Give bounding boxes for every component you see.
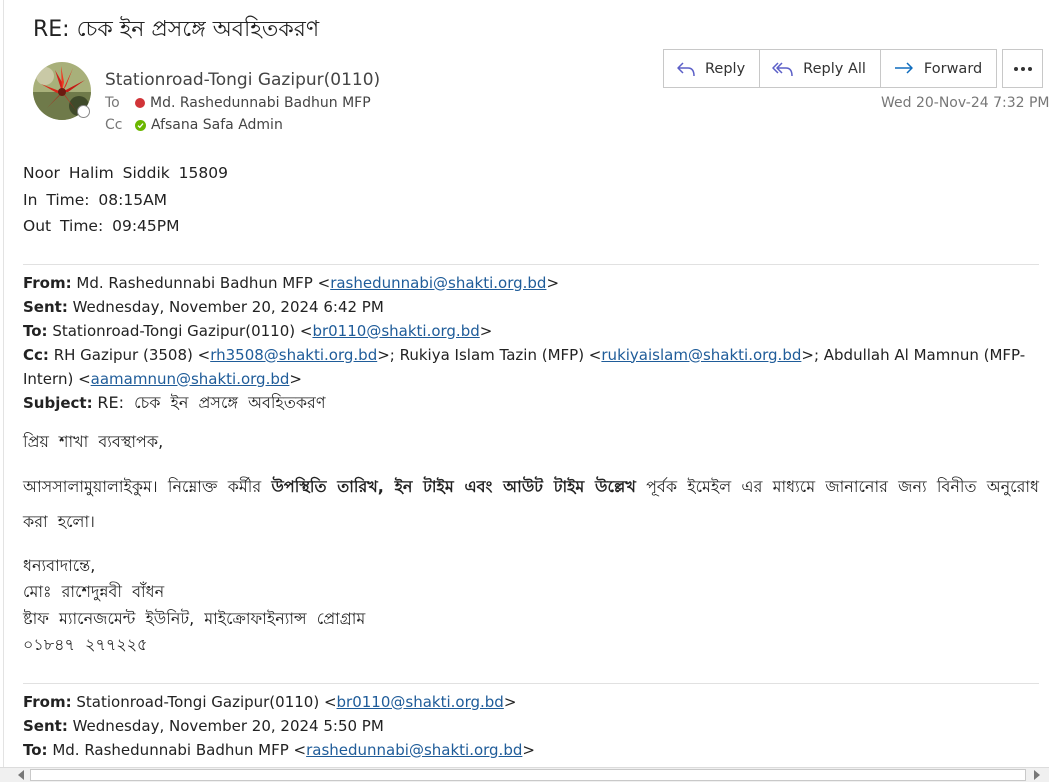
reply-all-button[interactable]: Reply All (760, 50, 881, 87)
available-presence-icon (135, 119, 146, 131)
request-paragraph: আসসালামুয়ালাইকুম। নিম্নোক্ত কর্মীর উপস্… (23, 469, 1039, 539)
more-dots-icon (1013, 66, 1032, 71)
body-line: Noor Halim Siddik 15809 (23, 164, 228, 182)
reply-label: Reply (705, 60, 746, 77)
cc-name: >; Rukiya Islam Tazin (MFP) < (377, 345, 602, 364)
body-line: Out Time: 09:45PM (23, 217, 180, 235)
sent-value: Wednesday, November 20, 2024 5:50 PM (72, 716, 384, 735)
email-reading-pane: RE: চেক ইন প্রসঙ্গে অবহিতকরণ Stationroad… (0, 0, 1049, 782)
quote-separator (23, 682, 1039, 684)
message-action-bar: Reply Reply All Forward (663, 49, 998, 88)
quoted-header-2: From: Stationroad-Tongi Gazipur(0110) <b… (23, 690, 1039, 762)
sender-name[interactable]: Stationroad-Tongi Gazipur(0110) (105, 70, 380, 90)
cc-email-link[interactable]: rh3508@shakti.org.bd (210, 346, 377, 364)
cc-name: RH Gazipur (3508) < (53, 345, 211, 364)
cc-label: Cc: (23, 345, 49, 364)
more-actions-button[interactable] (1002, 49, 1043, 88)
from-label: From: (23, 692, 72, 711)
from-name: Stationroad-Tongi Gazipur(0110) < (76, 692, 337, 711)
to-label: To (105, 95, 120, 111)
signature-line: ০১৮৪৭ ২৭৭২২৫ (23, 635, 148, 654)
cc-label: Cc (105, 117, 123, 133)
reply-all-arrow-icon (772, 61, 793, 76)
forward-button[interactable]: Forward (881, 50, 996, 87)
to-label: To: (23, 321, 48, 340)
signature-line: ধন্যবাদান্তে, (23, 555, 96, 575)
cc-email-link[interactable]: rukiyaislam@shakti.org.bd (601, 346, 801, 364)
quoted-header-1: From: Md. Rashedunnabi Badhun MFP <rashe… (23, 271, 1039, 415)
signature-line: মোঃ রাশেদুন্নবী বাঁধন (23, 582, 165, 601)
quoted-sent-row: Sent: Wednesday, November 20, 2024 5:50 … (23, 714, 1039, 738)
forward-label: Forward (923, 60, 983, 77)
quoted-from-row: From: Stationroad-Tongi Gazipur(0110) <b… (23, 692, 517, 711)
to-email-link[interactable]: br0110@shakti.org.bd (312, 322, 479, 340)
sent-label: Sent: (23, 297, 68, 316)
cc-recipient-row: Cc Afsana Safa Admin (105, 117, 283, 133)
to-name: Stationroad-Tongi Gazipur(0110) < (52, 321, 313, 340)
presence-status-icon (77, 105, 90, 118)
reply-all-label: Reply All (803, 60, 866, 77)
from-email-link[interactable]: rashedunnabi@shakti.org.bd (330, 274, 546, 292)
to-name: Md. Rashedunnabi Badhun MFP < (52, 740, 307, 759)
message-body: Noor Halim Siddik 15809 In Time: 08:15AM… (23, 160, 1039, 762)
scroll-right-icon[interactable] (1034, 770, 1040, 780)
email-subject: RE: চেক ইন প্রসঙ্গে অবহিতকরণ (33, 17, 320, 42)
from-name: Md. Rashedunnabi Badhun MFP < (76, 273, 331, 292)
scroll-left-icon[interactable] (18, 770, 24, 780)
to-recipient-name[interactable]: Md. Rashedunnabi Badhun MFP (150, 95, 371, 111)
reply-button[interactable]: Reply (664, 50, 761, 87)
received-date: Wed 20-Nov-24 7:32 PM (881, 95, 1049, 111)
from-email-link[interactable]: br0110@shakti.org.bd (337, 693, 504, 711)
request-bold-text: উপস্থিতি তারিখ, ইন টাইম এবং আউট টাইম উল্… (271, 476, 636, 496)
to-email-link[interactable]: rashedunnabi@shakti.org.bd (306, 741, 522, 759)
forward-arrow-icon (894, 61, 913, 74)
cc-email-link[interactable]: aamamnun@shakti.org.bd (91, 370, 290, 388)
quoted-to-row: To: Stationroad-Tongi Gazipur(0110) <br0… (23, 321, 493, 340)
signature-line: ষ্টাফ ম্যানেজমেন্ট ইউনিট, মাইক্রোফাইন্যা… (23, 608, 366, 628)
quoted-sent-row: Sent: Wednesday, November 20, 2024 6:42 … (23, 295, 1039, 319)
to-recipient-row: To Md. Rashedunnabi Badhun MFP (105, 95, 371, 111)
scrollbar-thumb[interactable] (30, 769, 1026, 781)
quoted-subject-row: Subject: RE: চেক ইন প্রসঙ্গে অবহিতকরণ (23, 391, 1039, 415)
to-label: To: (23, 740, 48, 759)
cc-recipient-name[interactable]: Afsana Safa Admin (151, 117, 283, 133)
reply-arrow-icon (677, 61, 695, 76)
quoted-cc-row: Cc: RH Gazipur (3508) <rh3508@shakti.org… (23, 345, 1026, 388)
quoted-from-row: From: Md. Rashedunnabi Badhun MFP <rashe… (23, 273, 560, 292)
sent-label: Sent: (23, 716, 68, 735)
subject-value: RE: চেক ইন প্রসঙ্গে অবহিতকরণ (97, 392, 326, 412)
subject-label: Subject: (23, 393, 93, 412)
request-text: আসসালামুয়ালাইকুম। নিম্নোক্ত কর্মীর (23, 476, 272, 496)
sent-value: Wednesday, November 20, 2024 6:42 PM (72, 297, 384, 316)
busy-presence-icon (135, 98, 145, 108)
reply-text: Noor Halim Siddik 15809 In Time: 08:15AM… (23, 160, 1039, 240)
body-line: In Time: 08:15AM (23, 190, 168, 209)
quote-separator (23, 263, 1039, 265)
horizontal-scrollbar[interactable] (0, 767, 1049, 782)
quoted-to-row: To: Md. Rashedunnabi Badhun MFP <rashedu… (23, 740, 535, 759)
signature-block: ধন্যবাদান্তে, মোঃ রাশেদুন্নবী বাঁধন ষ্টা… (23, 553, 1039, 659)
pane-divider (3, 0, 4, 768)
from-label: From: (23, 273, 72, 292)
greeting-text: প্রিয় শাখা ব্যবস্থাপক, (23, 431, 164, 451)
